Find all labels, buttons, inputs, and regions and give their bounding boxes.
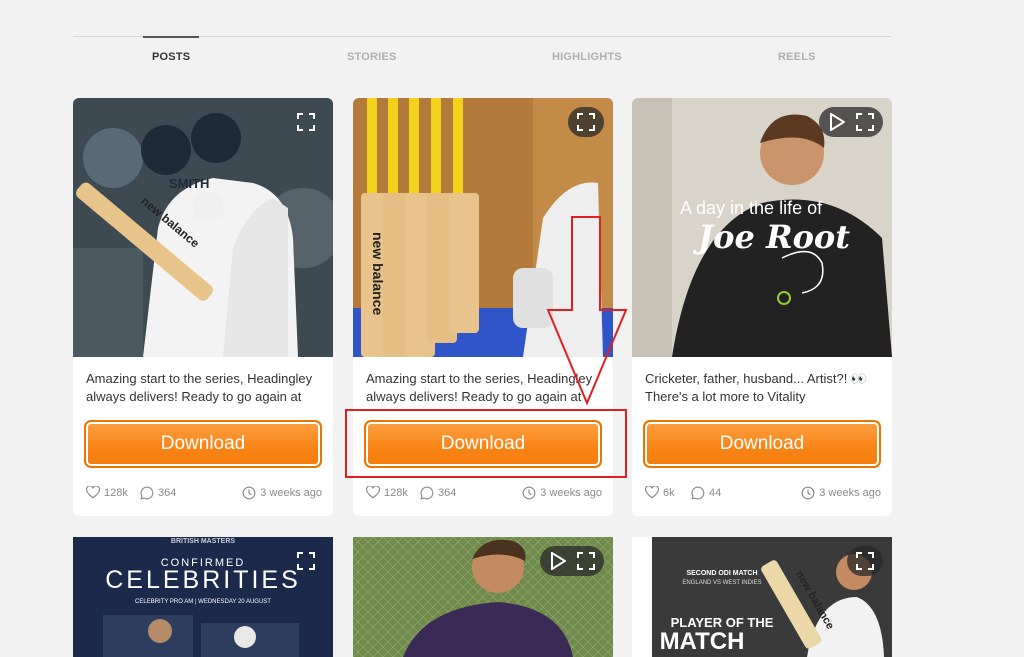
- media-controls: [568, 107, 604, 137]
- media-controls: [847, 546, 883, 576]
- expand-icon[interactable]: [574, 549, 598, 573]
- comment-icon: [420, 486, 434, 500]
- post-time: 3 weeks ago: [801, 486, 881, 500]
- post-stats: 128k 364 3 weeks ago: [86, 486, 322, 502]
- tab-stories[interactable]: STORIES: [347, 51, 397, 63]
- clock-icon: [522, 486, 536, 500]
- heart-icon: [366, 486, 380, 499]
- svg-text:MATCH: MATCH: [660, 628, 745, 655]
- play-icon[interactable]: [825, 110, 849, 134]
- comments: 364: [420, 486, 456, 500]
- media-controls: [288, 107, 324, 137]
- post-image[interactable]: BRITISH MASTERS CONFIRMED CELEBRITIES CE…: [73, 537, 333, 657]
- comments-count: 44: [709, 487, 722, 499]
- post-video[interactable]: [353, 537, 613, 657]
- comment-icon: [140, 486, 154, 500]
- media-controls: [288, 546, 324, 576]
- svg-text:BRITISH MASTERS: BRITISH MASTERS: [171, 538, 236, 545]
- post-photo-cricketers-hugging: SMITH new balance: [73, 98, 333, 357]
- post-card: SMITH new balance Amazing start to the s…: [73, 98, 333, 516]
- svg-text:ENGLAND VS WEST INDIES: ENGLAND VS WEST INDIES: [682, 580, 761, 586]
- post-caption: Cricketer, father, husband... Artist?! 👀…: [645, 371, 868, 404]
- heart-icon: [86, 486, 100, 499]
- video-title-line1: A day in the life of: [680, 198, 823, 218]
- video-title-line2: Joe Root: [692, 218, 850, 256]
- post-caption: Amazing start to the series, Headingley …: [86, 371, 313, 404]
- bat-brand-text: new balance: [370, 232, 386, 315]
- annotation-arrow: [546, 216, 628, 406]
- post-image[interactable]: SMITH new balance: [73, 98, 333, 357]
- expand-icon[interactable]: [853, 110, 877, 134]
- likes: 6k: [645, 486, 675, 499]
- annotation-highlight-box: [345, 409, 627, 478]
- likes: 128k: [86, 486, 128, 499]
- heart-icon: [645, 486, 659, 499]
- tab-reels[interactable]: REELS: [778, 51, 816, 63]
- download-button[interactable]: Download: [643, 420, 881, 468]
- expand-icon[interactable]: [574, 110, 598, 134]
- post-time: 3 weeks ago: [242, 486, 322, 500]
- post-video[interactable]: A day in the life of Joe Root: [632, 98, 892, 357]
- play-icon[interactable]: [546, 549, 570, 573]
- likes: 128k: [366, 486, 408, 499]
- profile-tabs: POSTS STORIES HIGHLIGHTS REELS: [73, 36, 891, 77]
- comment-icon: [691, 486, 705, 500]
- comments-count: 364: [438, 487, 457, 499]
- likes-count: 6k: [663, 486, 675, 499]
- time-text: 3 weeks ago: [540, 487, 602, 499]
- tab-posts[interactable]: POSTS: [142, 36, 200, 63]
- svg-text:SECOND ODI MATCH: SECOND ODI MATCH: [686, 570, 757, 577]
- download-button[interactable]: Download: [84, 420, 322, 468]
- likes-count: 128k: [104, 486, 128, 499]
- media-controls: [540, 546, 604, 576]
- media-controls: [819, 107, 883, 137]
- post-image[interactable]: SECOND ODI MATCH ENGLAND VS WEST INDIES …: [632, 537, 892, 657]
- svg-text:CELEBRITIES: CELEBRITIES: [105, 566, 301, 594]
- post-stats: 6k 44 3 weeks ago: [645, 486, 881, 502]
- expand-icon[interactable]: [294, 549, 318, 573]
- post-stats: 128k 364 3 weeks ago: [366, 486, 602, 502]
- tab-highlights[interactable]: HIGHLIGHTS: [552, 51, 622, 63]
- post-time: 3 weeks ago: [522, 486, 602, 500]
- clock-icon: [242, 486, 256, 500]
- time-text: 3 weeks ago: [260, 487, 322, 499]
- likes-count: 128k: [384, 486, 408, 499]
- expand-icon[interactable]: [853, 549, 877, 573]
- comments-count: 364: [158, 487, 177, 499]
- time-text: 3 weeks ago: [819, 487, 881, 499]
- expand-icon[interactable]: [294, 110, 318, 134]
- comments: 44: [691, 486, 721, 500]
- post-card: A day in the life of Joe Root Cricketer,…: [632, 98, 892, 516]
- svg-text:CELEBRITY PRO AM | WEDNESDAY: CELEBRITY PRO AM | WEDNESDAY 20 AUGUST: [135, 599, 271, 605]
- comments: 364: [140, 486, 176, 500]
- clock-icon: [801, 486, 815, 500]
- jersey-name: SMITH: [169, 176, 209, 191]
